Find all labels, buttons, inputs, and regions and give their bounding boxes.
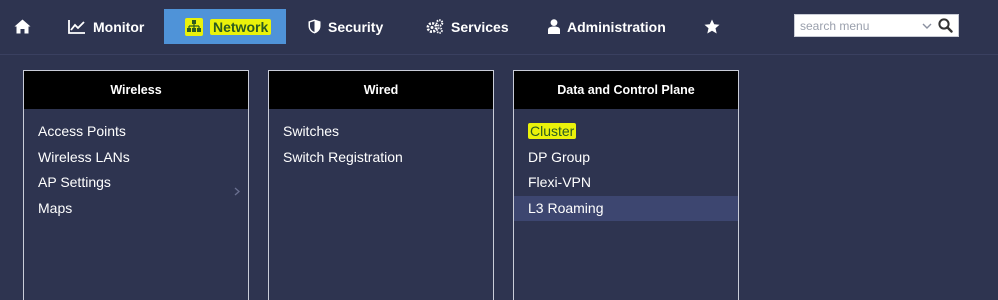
nav-network-label: Network [210, 18, 272, 35]
menu-column-wired: Wired Switches Switch Registration [268, 70, 494, 300]
nav-security-label: Security [328, 18, 384, 35]
menu-item-access-points[interactable]: Access Points [24, 119, 248, 145]
column-header-wired: Wired [269, 71, 493, 109]
home-icon [14, 19, 31, 34]
shield-icon [308, 19, 321, 34]
nav-services-label: Services [451, 18, 509, 35]
menu-item-flexi-vpn[interactable]: Flexi-VPN [514, 170, 738, 196]
menu-item-l3-roaming[interactable]: L3 Roaming [514, 195, 738, 221]
menu-item-ap-settings[interactable]: AP Settings [24, 170, 248, 196]
nav-administration[interactable]: Administration [548, 9, 666, 44]
menu-item-wireless-lans[interactable]: Wireless LANs [24, 145, 248, 171]
menu-item-cluster[interactable]: Cluster [514, 119, 738, 145]
column-header-wireless: Wireless [24, 71, 248, 109]
nav-home[interactable] [14, 9, 31, 44]
column-header-data-control-plane: Data and Control Plane [514, 71, 738, 109]
star-icon [704, 19, 720, 34]
search-input[interactable] [800, 16, 918, 35]
sitemap-icon [185, 17, 203, 36]
top-navigation-bar: Monitor Network Security Services Admini… [0, 0, 998, 55]
menu-list-data-control-plane: Cluster DP Group Flexi-VPN L3 Roaming [514, 119, 738, 221]
nav-favorites[interactable] [704, 9, 720, 44]
menu-item-dp-group[interactable]: DP Group [514, 145, 738, 171]
search-box [794, 14, 959, 37]
gears-icon [426, 19, 444, 34]
line-chart-icon [68, 19, 86, 34]
menu-item-switches[interactable]: Switches [269, 119, 493, 145]
nav-security[interactable]: Security [308, 9, 383, 44]
nav-monitor[interactable]: Monitor [68, 9, 144, 44]
nav-services[interactable]: Services [426, 9, 509, 44]
menu-list-wireless: Access Points Wireless LANs AP Settings … [24, 119, 248, 221]
user-icon [548, 19, 560, 34]
nav-monitor-label: Monitor [93, 18, 145, 35]
menu-item-maps[interactable]: Maps [24, 196, 248, 222]
menu-item-switch-registration[interactable]: Switch Registration [269, 145, 493, 171]
nav-administration-label: Administration [567, 18, 666, 35]
search-icon[interactable] [938, 18, 953, 38]
nav-network[interactable]: Network [164, 9, 286, 44]
menu-column-wireless: Wireless Access Points Wireless LANs AP … [23, 70, 249, 300]
menu-column-data-control-plane: Data and Control Plane Cluster DP Group … [513, 70, 739, 300]
chevron-down-icon[interactable] [922, 19, 932, 37]
menu-list-wired: Switches Switch Registration [269, 119, 493, 170]
